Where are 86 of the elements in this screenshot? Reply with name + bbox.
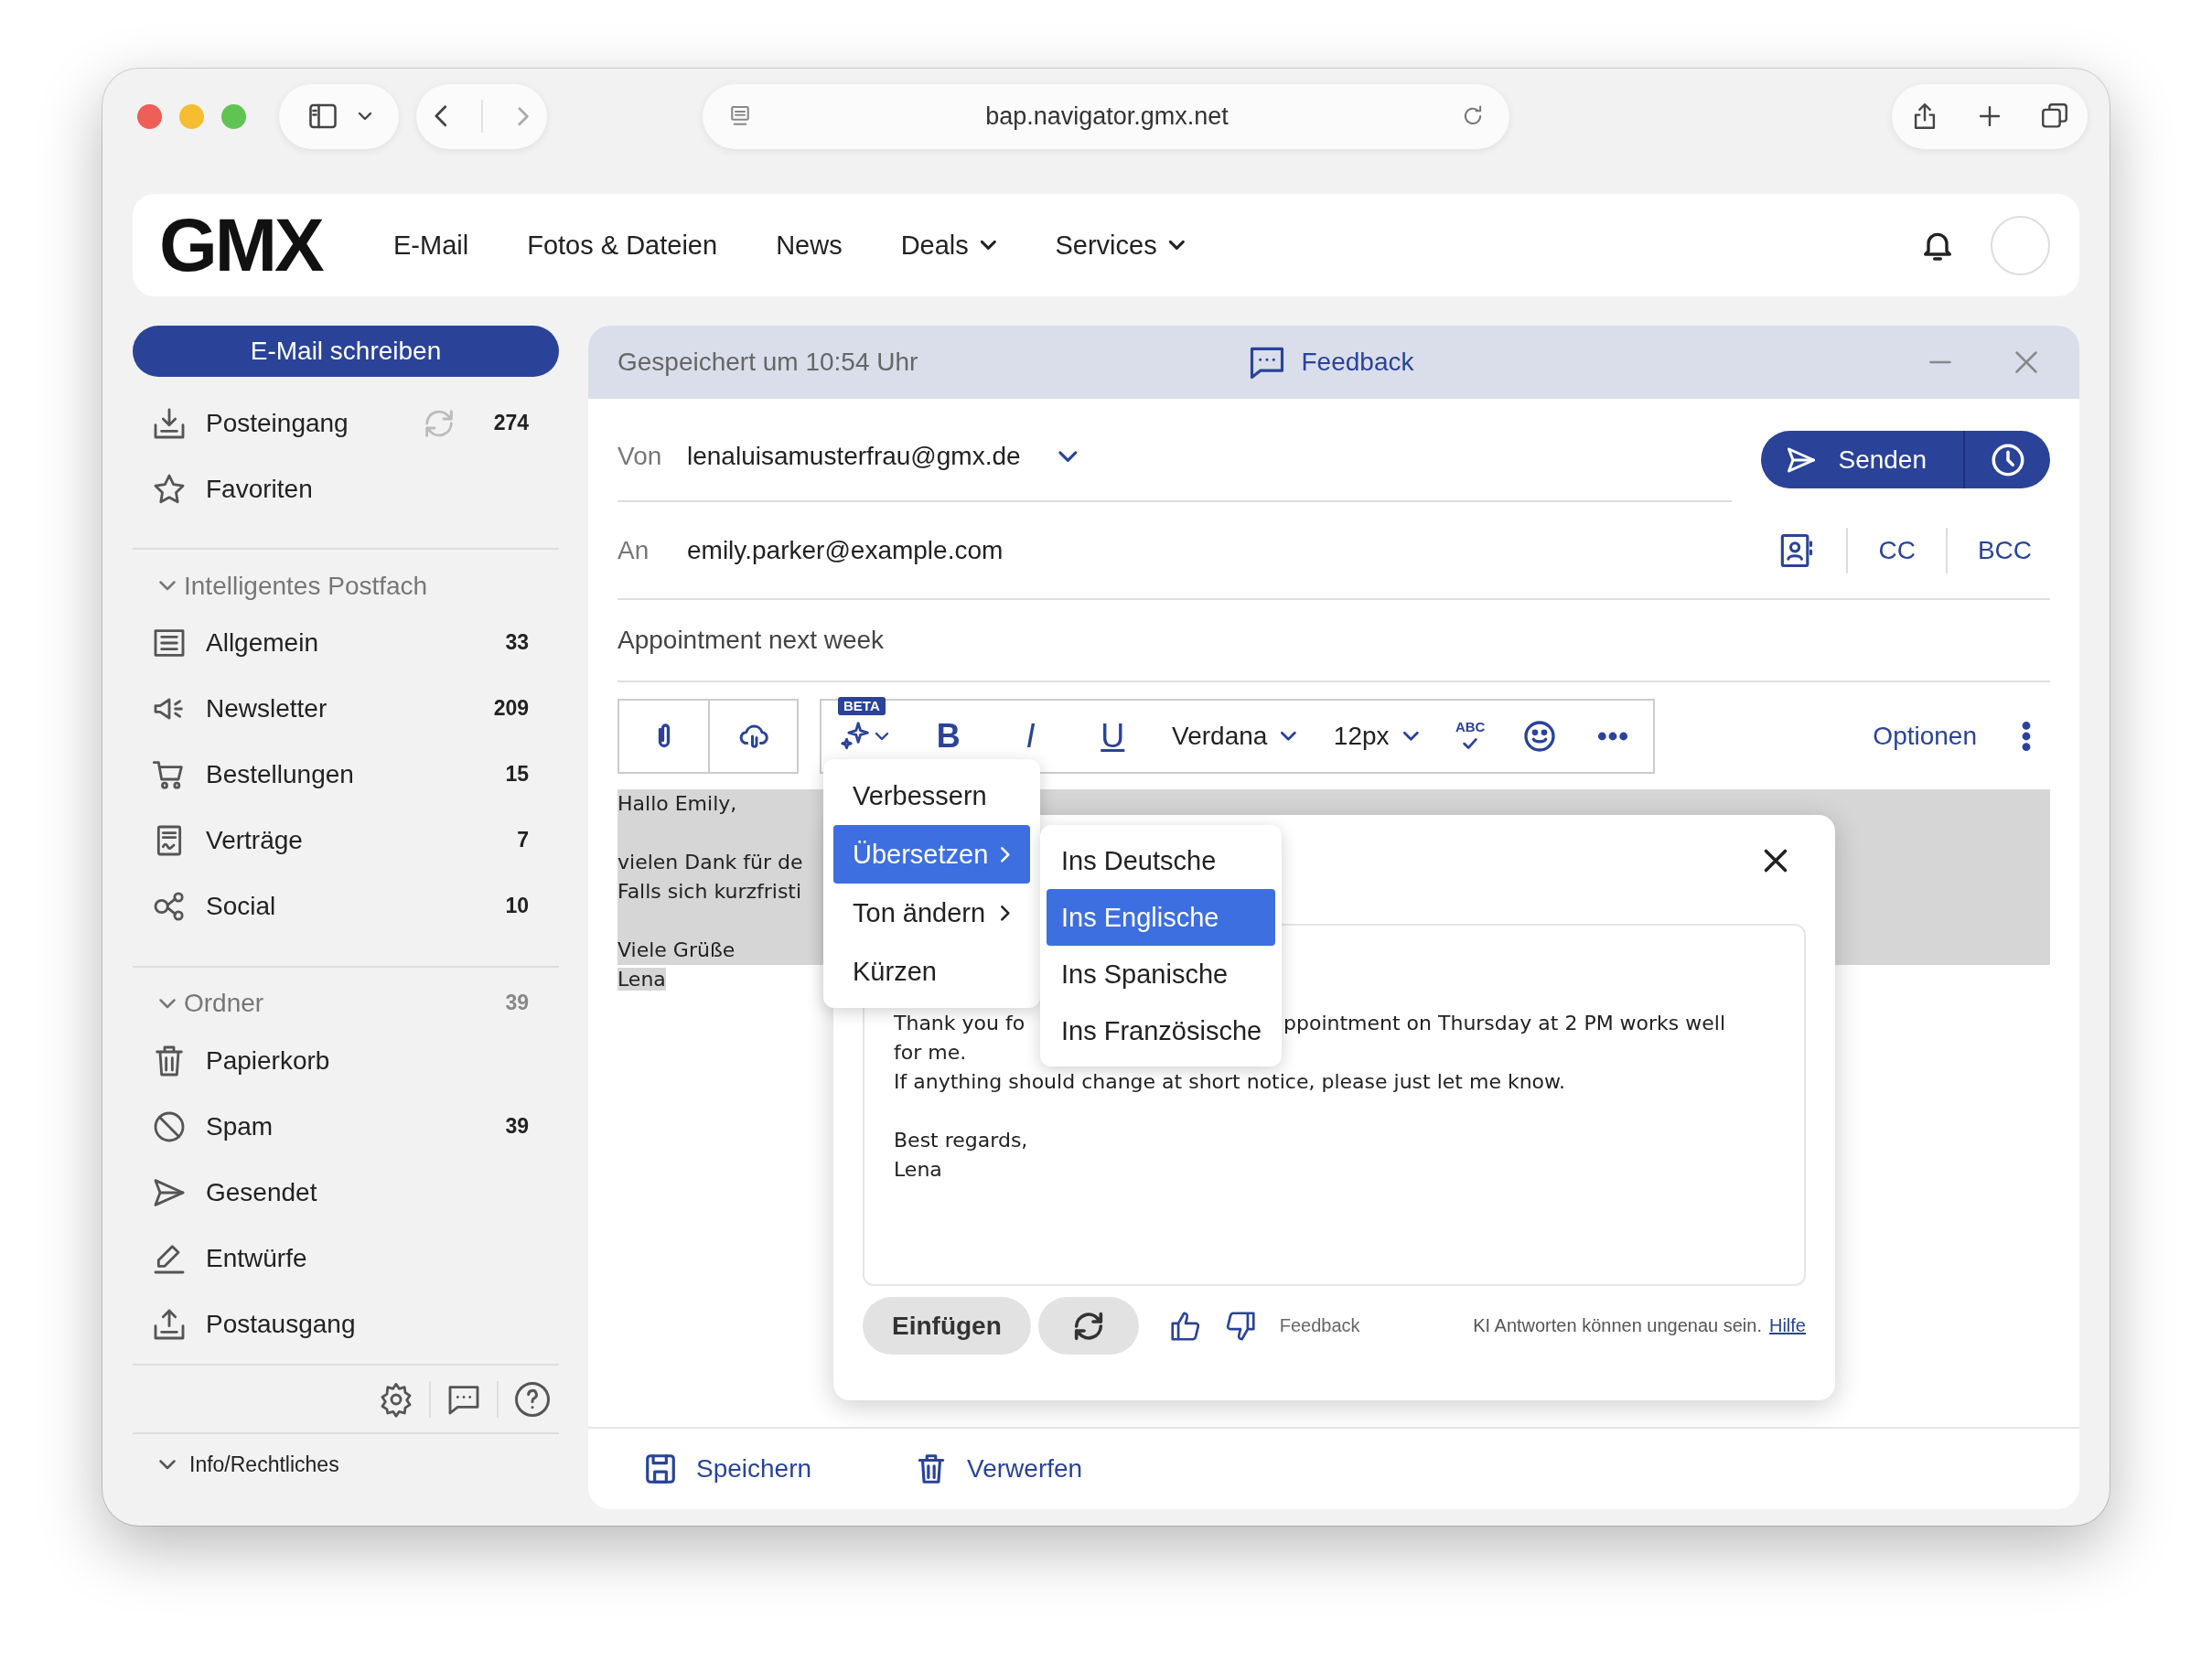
folder-item[interactable]: Posteingang 274 (133, 390, 559, 456)
bold-button[interactable]: B (925, 717, 972, 755)
body-line: vielen Dank für de (617, 851, 803, 873)
ai-text-line: for me. (894, 1041, 967, 1064)
chevron-down-icon (1401, 731, 1420, 742)
folder-item[interactable]: Spam 39 (133, 1093, 559, 1160)
unread-count: 209 (493, 696, 529, 722)
close-window-button[interactable] (137, 103, 162, 129)
body-line: Viele Grüße (617, 938, 736, 961)
menu-item[interactable]: Kürzen (833, 942, 1030, 1001)
info-toggle[interactable]: Info/Rechtliches (133, 1434, 559, 1495)
folder-item[interactable]: Social 10 (133, 873, 559, 939)
chevron-right-icon (1000, 904, 1011, 922)
body-line: Hallo Emily, (617, 792, 737, 815)
feedback-label: Feedback (1279, 1315, 1360, 1336)
logo[interactable]: GMX (159, 208, 337, 283)
ai-text-line: Thank you fo (894, 1011, 1025, 1036)
saved-status: Gespeichert um 10:54 Uhr (617, 348, 919, 377)
folder-item[interactable]: Entwürfe (133, 1225, 559, 1291)
nav-link[interactable]: E-Mail (393, 222, 469, 268)
chevron-down-icon (1167, 240, 1186, 251)
menu-item[interactable]: Übersetzen (833, 825, 1030, 884)
ai-text-line: If anything should change at short notice, please just let me know. (894, 1070, 1566, 1093)
folder-count: 39 (505, 991, 529, 1016)
menu-item[interactable]: Ins Deutsche (1047, 832, 1275, 889)
to-label: An (617, 535, 650, 565)
folder-item[interactable]: Newsletter 209 (133, 675, 559, 742)
font-dropdown[interactable]: Verdana (1172, 722, 1298, 751)
chevron-down-icon (357, 112, 372, 121)
ai-text-line: Best regards, (894, 1129, 1028, 1152)
save-icon (643, 1452, 678, 1486)
insert-button[interactable]: Einfügen (863, 1297, 1031, 1355)
beta-badge: BETA (838, 697, 886, 715)
font-size-dropdown[interactable]: 12px (1333, 722, 1420, 751)
unread-count: 7 (517, 828, 529, 853)
ai-text-line: ppointment on Thursday at 2 PM works well (1283, 1011, 1726, 1036)
menu-item[interactable]: Verbessern (833, 766, 1030, 825)
spellcheck-button[interactable]: ABC (1455, 719, 1486, 754)
chevron-down-icon (1280, 731, 1298, 742)
nav-link[interactable]: News (776, 222, 843, 268)
folder-item[interactable]: Verträge 7 (133, 807, 559, 873)
unread-count: 274 (493, 411, 529, 435)
unread-count: 33 (505, 630, 529, 656)
back-icon[interactable] (433, 104, 448, 128)
chevron-down-icon (1057, 449, 1079, 464)
schedule-send-button[interactable] (1963, 431, 2050, 488)
unread-count: 10 (505, 894, 529, 919)
disclaimer-text: KI Antworten können ungenau sein. (1473, 1315, 1762, 1336)
options-button[interactable]: Optionen (1873, 722, 1977, 751)
folder-item[interactable]: Postausgang (133, 1291, 559, 1357)
menu-item[interactable]: Ton ändern (833, 884, 1030, 942)
folder-item[interactable]: Gesendet (133, 1159, 559, 1226)
underline-button[interactable]: U (1090, 717, 1136, 755)
cc-button[interactable]: CC (1878, 535, 1916, 565)
send-button[interactable]: Senden (1761, 431, 1963, 488)
save-button[interactable]: Speichern (643, 1452, 812, 1486)
menu-item[interactable]: Ins Französische (1047, 1002, 1275, 1059)
menu-item[interactable]: Ins Englische (1047, 889, 1275, 946)
address-bar[interactable]: bap.navigator.gmx.net (703, 83, 1509, 149)
menu-item[interactable]: Ins Spanische (1047, 946, 1275, 1002)
unread-count: 39 (505, 1114, 529, 1140)
folder-item[interactable]: Favoriten (133, 455, 559, 522)
chevron-right-icon (1000, 845, 1011, 863)
chevron-down-icon (875, 732, 889, 741)
chevron-down-icon (979, 240, 997, 251)
nav-link[interactable]: Deals (900, 222, 997, 268)
discard-button[interactable]: Verwerfen (914, 1452, 1083, 1486)
nav-link[interactable]: Services (1055, 222, 1186, 268)
italic-button[interactable]: I (1007, 717, 1054, 755)
recipient-address[interactable]: emily.parker@example.com (687, 535, 1004, 565)
unread-count: 15 (505, 762, 529, 788)
subject-field[interactable]: Appointment next week (617, 600, 2050, 682)
ai-text-line: Lena (894, 1158, 942, 1181)
folder-item[interactable]: Bestellungen 15 (133, 741, 559, 808)
bcc-button[interactable]: BCC (1977, 535, 2032, 565)
chevron-down-icon (158, 997, 177, 1010)
feedback-button[interactable]: Feedback (1246, 342, 1414, 382)
chevron-down-icon (158, 1459, 177, 1471)
compose-button[interactable]: E-Mail schreiben (133, 326, 559, 377)
help-icon[interactable] (513, 1379, 552, 1419)
sender-select[interactable]: lenaluisamusterfrau@gmx.de (687, 442, 1079, 471)
from-label: Von (617, 442, 663, 471)
body-line: Falls sich kurzfristi (617, 880, 802, 903)
nav-link[interactable]: Fotos & Dateien (527, 222, 718, 268)
help-link[interactable]: Hilfe (1769, 1315, 1806, 1336)
chevron-down-icon (158, 580, 177, 592)
